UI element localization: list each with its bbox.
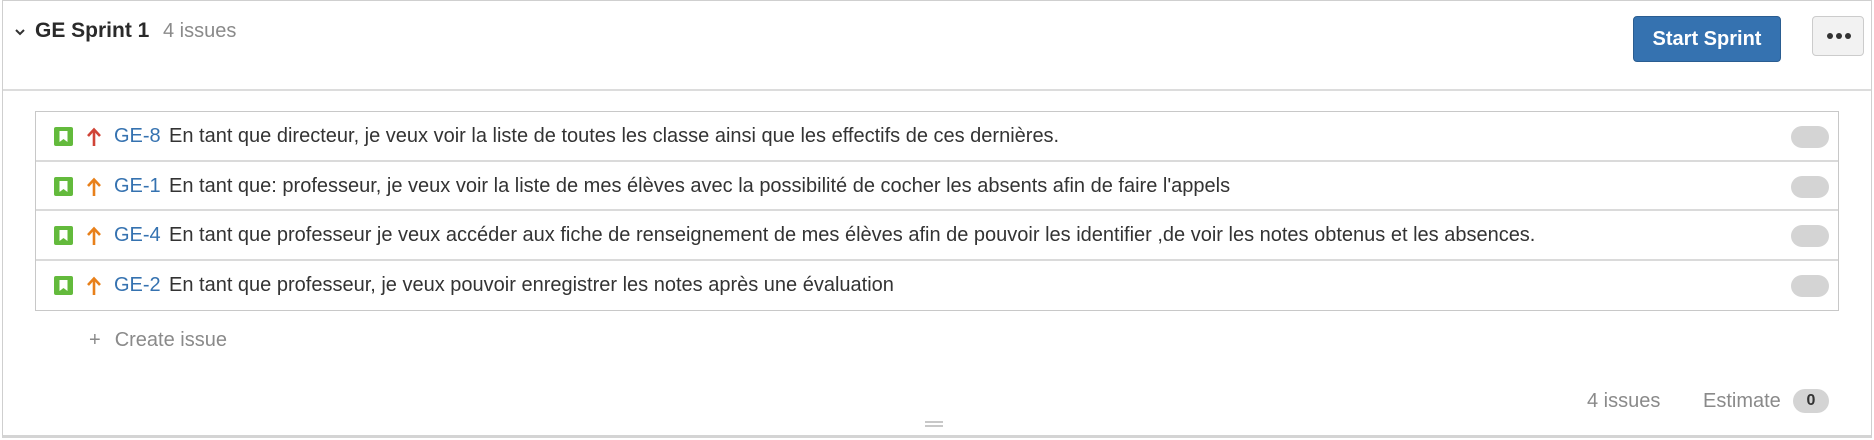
create-issue-button[interactable]: + Create issue xyxy=(89,329,227,352)
chevron-down-icon[interactable] xyxy=(13,25,27,39)
sprint-container: GE Sprint 1 4 issues Start Sprint GE-8 En… xyxy=(2,0,1872,438)
issue-row[interactable]: GE-8 En tant que directeur, je veux voir … xyxy=(36,112,1838,162)
sprint-name[interactable]: GE Sprint 1 xyxy=(35,19,149,43)
issue-key[interactable]: GE-2 xyxy=(114,274,161,297)
story-icon xyxy=(54,275,73,295)
priority-highest-icon xyxy=(87,127,101,146)
footer-issue-count: 4 issues xyxy=(1587,390,1661,412)
issue-summary: En tant que directeur, je veux voir la l… xyxy=(169,125,1060,147)
priority-high-icon xyxy=(87,226,101,245)
estimate-pill xyxy=(1791,225,1829,247)
create-issue-label: Create issue xyxy=(114,329,227,351)
issue-summary: En tant que: professeur, je veux voir la… xyxy=(169,174,1231,197)
footer-estimate-label: Estimate xyxy=(1703,390,1781,412)
issue-key[interactable]: GE-1 xyxy=(114,175,161,198)
issue-key[interactable]: GE-8 xyxy=(114,125,161,148)
issue-row[interactable]: GE-2 En tant que professeur, je veux pouv… xyxy=(36,261,1838,311)
sprint-header: GE Sprint 1 4 issues Start Sprint xyxy=(3,1,1871,91)
story-icon xyxy=(54,226,73,245)
priority-high-icon xyxy=(87,177,101,196)
issue-row[interactable]: GE-1 En tant que: professeur, je veux voi… xyxy=(36,162,1838,211)
estimate-pill xyxy=(1791,126,1829,148)
plus-icon: + xyxy=(89,329,101,351)
story-icon xyxy=(54,127,73,146)
priority-high-icon xyxy=(87,276,101,295)
drag-handle-icon[interactable] xyxy=(925,420,943,428)
issue-list: GE-8 En tant que directeur, je veux voir … xyxy=(35,111,1839,311)
ellipsis-icon xyxy=(1827,33,1851,39)
estimate-pill xyxy=(1791,175,1829,198)
estimate-badge: 0 xyxy=(1793,389,1829,413)
story-icon xyxy=(54,176,73,196)
issue-row[interactable]: GE-4 En tant que professeur je veux accéd… xyxy=(36,211,1838,261)
issue-key[interactable]: GE-4 xyxy=(114,224,161,247)
issue-summary: En tant que professeur, je veux pouvoir … xyxy=(169,273,894,296)
sprint-issue-count: 4 issues xyxy=(163,20,237,42)
start-sprint-button[interactable]: Start Sprint xyxy=(1633,16,1781,62)
estimate-pill xyxy=(1791,274,1829,297)
issue-summary: En tant que professeur je veux accéder a… xyxy=(169,224,1536,246)
more-actions-button[interactable] xyxy=(1812,16,1864,56)
